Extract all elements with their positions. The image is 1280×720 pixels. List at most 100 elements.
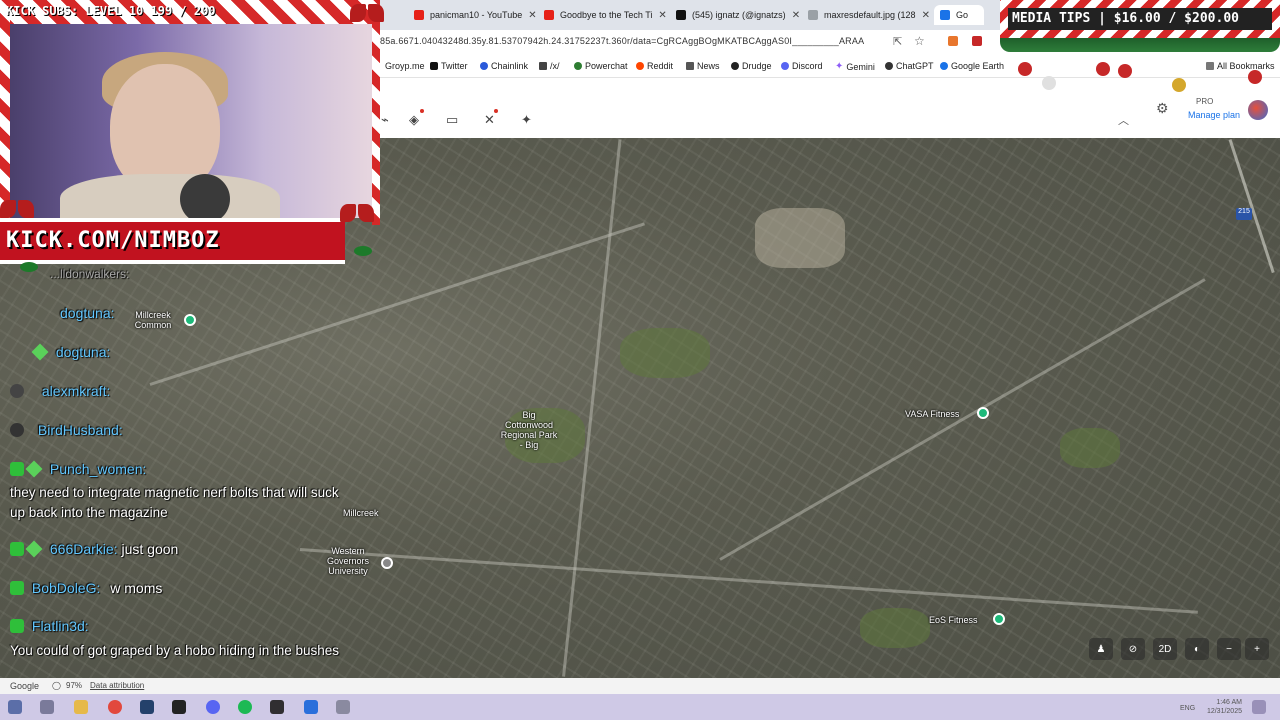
layers-icon[interactable]: ◈ [409, 112, 419, 128]
extension-icon[interactable] [948, 36, 958, 46]
bookmark-item[interactable]: Chainlink [480, 61, 528, 71]
kick-badge-icon [10, 619, 24, 633]
bookmark-item[interactable]: News [686, 61, 720, 71]
chat-message: BobDoleG: w moms [10, 580, 162, 596]
tilt-icon[interactable]: ◐ [1185, 638, 1209, 660]
close-tab-icon[interactable]: ✕ [922, 10, 930, 21]
bookmark-item[interactable]: Reddit [636, 61, 673, 71]
browser-tab-active[interactable]: Go [934, 5, 984, 25]
close-tab-icon[interactable]: ✕ [528, 10, 536, 21]
notification-dot [420, 109, 424, 113]
spotify-icon[interactable] [238, 700, 252, 714]
bookmark-item[interactable]: Groyp.me [385, 61, 425, 71]
install-icon[interactable]: ⇱ [893, 35, 902, 48]
x-icon [430, 62, 438, 70]
bookmark-item[interactable]: ChatGPT [885, 61, 934, 71]
compass-icon[interactable]: ⊘ [1121, 638, 1145, 660]
map-label-vasa: VASA Fitness [905, 409, 960, 419]
browser-tab[interactable]: panicman10 - YouTube ✕ [408, 5, 536, 25]
candy-cane-border [372, 0, 380, 225]
zoom-in-button[interactable]: + [1245, 638, 1269, 660]
road [299, 548, 1198, 614]
kick-badge-icon [10, 462, 24, 476]
discord-icon[interactable] [206, 700, 220, 714]
clock-time[interactable]: 1:46 AM [1202, 698, 1242, 707]
bookmark-item[interactable]: /x/ [539, 61, 560, 71]
tab-title: Goodbye to the Tech Ti [560, 10, 653, 20]
bookmark-label: Discord [792, 61, 823, 71]
grid-icon [539, 62, 547, 70]
chat-message: Punch_women: [10, 460, 146, 478]
place-pin[interactable] [381, 557, 393, 569]
ribbon-bow-icon [350, 0, 384, 28]
measure-icon[interactable]: ⌁ [381, 112, 389, 128]
pro-label: PRO [1196, 97, 1214, 106]
browser-tab[interactable]: maxresdefault.jpg (128 ✕ [802, 5, 932, 25]
view-2d-button[interactable]: 2D [1153, 638, 1177, 660]
image-icon [808, 10, 818, 20]
park [860, 608, 930, 648]
road [719, 278, 1206, 561]
file-explorer-icon[interactable] [74, 700, 88, 714]
close-tab-icon[interactable]: ✕ [792, 10, 800, 21]
zoom-out-button[interactable]: − [1217, 638, 1241, 660]
star-icon[interactable]: ☆ [914, 34, 925, 48]
tools-icon[interactable]: ✕ [484, 112, 495, 128]
chevron-up-icon[interactable]: ︿ [1118, 112, 1129, 128]
task-view-icon[interactable] [40, 700, 54, 714]
bookmark-item[interactable]: Twitter [430, 61, 468, 71]
clock-date[interactable]: 12/31/2025 [1198, 707, 1242, 716]
manage-plan-link[interactable]: Manage plan [1188, 110, 1240, 120]
bookmark-item[interactable]: Google Earth [940, 61, 1004, 71]
bookmark-item[interactable]: ✦ Gemini [835, 61, 875, 72]
gear-icon[interactable]: ⚙ [1156, 100, 1169, 117]
windows-start-icon[interactable] [8, 700, 22, 714]
app-icon[interactable] [336, 700, 350, 714]
bookmark-label: Twitter [441, 61, 468, 71]
app-icon[interactable] [304, 700, 318, 714]
bookmark-item[interactable]: Discord [781, 61, 823, 71]
language-indicator[interactable]: ENG [1180, 704, 1195, 713]
obs-icon[interactable] [270, 700, 284, 714]
chat-text: You could of got graped by a hobo hiding… [10, 643, 340, 658]
ornament-icon [1118, 64, 1132, 78]
bookmark-item[interactable]: Powerchat [574, 61, 628, 71]
headphones [180, 174, 230, 218]
ruler-icon[interactable]: ▭ [446, 112, 458, 128]
chat-overlay: ...lldonwalkers: dogtuna: dogtuna: alexm… [0, 265, 345, 685]
avatar-badge-icon [10, 384, 24, 398]
terminal-icon[interactable] [172, 700, 186, 714]
screen: panicman10 - YouTube ✕ Goodbye to the Te… [0, 0, 1280, 720]
place-pin[interactable] [993, 613, 1005, 625]
chatgpt-icon [885, 62, 893, 70]
youtube-icon [414, 10, 424, 20]
chat-message: alexmkraft: [10, 383, 110, 399]
sparkle-icon[interactable]: ✦ [521, 112, 532, 128]
sub-goal: KICK SUBS: LEVEL 10 199 / 200 [6, 4, 216, 18]
extension-icon[interactable] [972, 36, 982, 46]
browser-tab[interactable]: (545) ignatz (@ignatzs) ✕ [670, 5, 800, 25]
holly-icon [354, 246, 372, 256]
pegman-icon[interactable]: ♟ [1089, 638, 1113, 660]
chat-username: BirdHusband: [37, 422, 123, 438]
chat-message: dogtuna: [60, 305, 115, 321]
ornament-icon [1096, 62, 1110, 76]
bookmark-label: Google Earth [951, 61, 1005, 71]
freeway [1228, 139, 1275, 274]
steam-icon[interactable] [140, 700, 154, 714]
webcam-overlay: KICK SUBS: LEVEL 10 199 / 200 KICK.COM/N… [0, 0, 380, 272]
drudge-icon [731, 62, 739, 70]
close-tab-icon[interactable]: ✕ [658, 10, 666, 21]
browser-tab[interactable]: Goodbye to the Tech Ti ✕ [538, 5, 668, 25]
tab-title: (545) ignatz (@ignatzs) [692, 10, 786, 20]
place-pin[interactable] [977, 407, 989, 419]
chrome-icon[interactable] [108, 700, 122, 714]
bookmark-item[interactable]: Drudge [731, 61, 772, 71]
ornament-icon [1042, 76, 1056, 90]
bookmark-label: ChatGPT [896, 61, 934, 71]
bookmark-label: Gemini [846, 61, 875, 72]
notification-icon[interactable] [1252, 700, 1266, 714]
ribbon-bow-icon [340, 200, 374, 228]
chat-text: just goon [121, 541, 179, 557]
avatar[interactable] [1248, 100, 1268, 120]
